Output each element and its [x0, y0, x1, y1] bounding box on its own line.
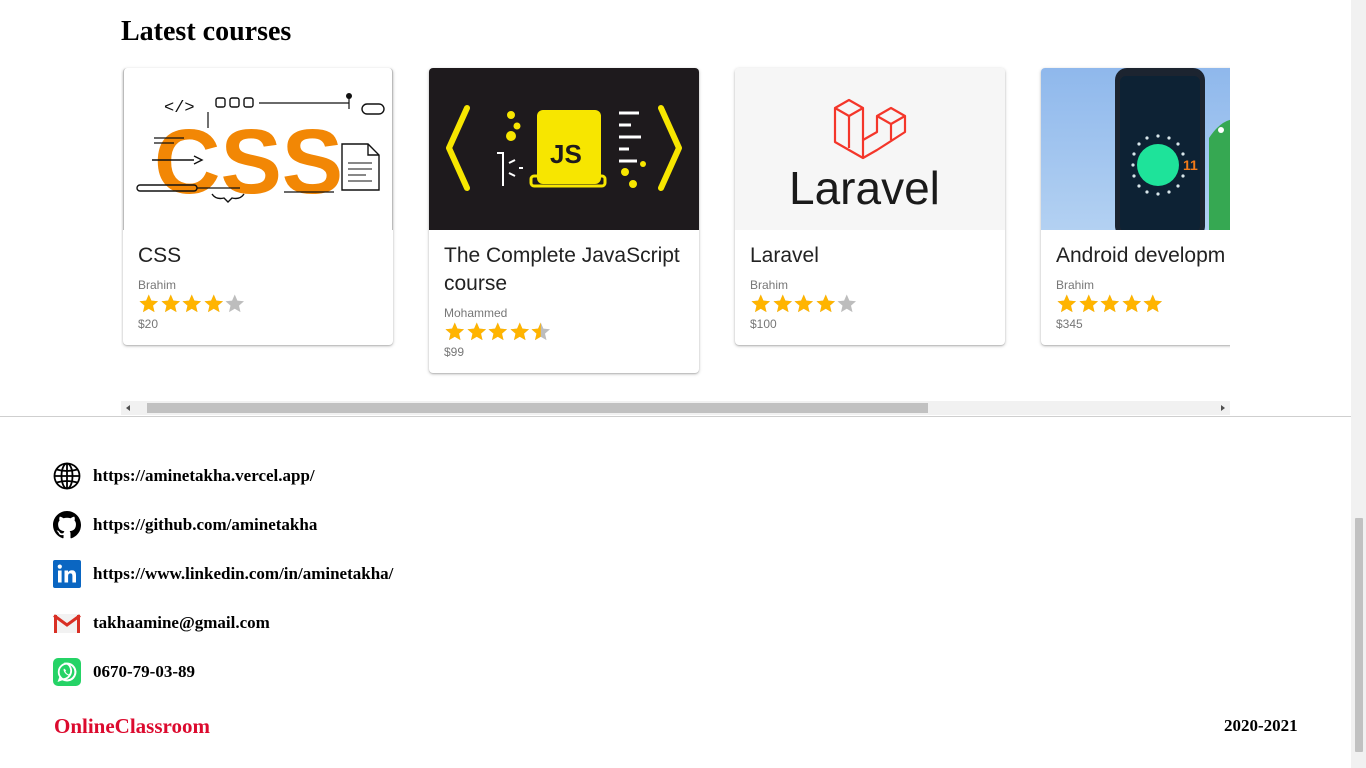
scroll-left-arrow[interactable]: [121, 401, 136, 415]
css-logo-text: CSS: [154, 111, 343, 213]
course-card-laravel[interactable]: Laravel Laravel Brahim $100: [735, 68, 1005, 345]
course-carousel[interactable]: </> CSS CSS Brahim $20 JS The Complete J…: [121, 60, 1230, 400]
star-filled-icon: [1143, 294, 1162, 313]
rating-stars: [138, 293, 378, 317]
star-filled-icon: [139, 294, 158, 313]
star-filled-icon: [794, 294, 813, 313]
course-title[interactable]: Laravel: [750, 242, 990, 270]
star-filled-icon: [1079, 294, 1098, 313]
contact-whatsapp[interactable]: 0670-79-03-89: [53, 658, 195, 686]
star-filled-icon: [816, 294, 835, 313]
carousel-scrollbar[interactable]: [121, 401, 1230, 415]
star-half-icon: [531, 322, 550, 341]
js-logo-text: JS: [550, 139, 582, 169]
scroll-up-arrow[interactable]: [1351, 0, 1366, 15]
laravel-logo-text: Laravel: [789, 162, 940, 214]
rating-stars: [444, 321, 684, 345]
star-filled-icon: [204, 294, 223, 313]
course-image-javascript: JS: [429, 68, 699, 230]
course-title[interactable]: Android developm: [1056, 242, 1230, 270]
star-filled-icon: [488, 322, 507, 341]
star-filled-icon: [1122, 294, 1141, 313]
course-price: $99: [444, 345, 465, 359]
star-filled-icon: [161, 294, 180, 313]
contact-email-link[interactable]: takhaamine@gmail.com: [93, 613, 270, 633]
star-filled-icon: [182, 294, 201, 313]
course-price: $345: [1056, 317, 1083, 331]
course-title[interactable]: The Complete JavaScript course: [444, 242, 684, 298]
footer-brand[interactable]: OnlineClassroom: [54, 714, 210, 739]
course-card-css[interactable]: </> CSS CSS Brahim $20: [123, 68, 393, 345]
rating-stars: [1056, 293, 1230, 317]
scroll-right-arrow[interactable]: [1215, 401, 1230, 415]
star-filled-icon: [773, 294, 792, 313]
contact-github-link[interactable]: https://github.com/aminetakha: [93, 515, 317, 535]
android-version-text: 11: [1183, 157, 1198, 173]
course-card-android[interactable]: 11 Android developm Brahim $345: [1041, 68, 1230, 345]
star-filled-icon: [510, 322, 529, 341]
section-title: Latest courses: [121, 16, 292, 47]
scroll-down-arrow[interactable]: [1351, 753, 1366, 768]
course-track: </> CSS CSS Brahim $20 JS The Complete J…: [121, 60, 1230, 400]
course-title[interactable]: CSS: [138, 242, 378, 270]
contact-linkedin-link[interactable]: https://www.linkedin.com/in/aminetakha/: [93, 564, 393, 584]
star-filled-icon: [751, 294, 770, 313]
star-empty-icon: [837, 294, 856, 313]
contact-github[interactable]: https://github.com/aminetakha: [53, 511, 317, 539]
course-card-javascript[interactable]: JS The Complete JavaScript course Mohamm…: [429, 68, 699, 373]
course-image-android: 11: [1041, 68, 1230, 230]
course-image-css: </> CSS: [123, 68, 393, 230]
contact-website-link[interactable]: https://aminetakha.vercel.app/: [93, 466, 315, 486]
course-author: Brahim: [138, 278, 177, 292]
footer-year: 2020-2021: [1224, 716, 1298, 735]
star-filled-icon: [445, 322, 464, 341]
whatsapp-icon: [53, 658, 81, 686]
course-author: Mohammed: [444, 306, 508, 320]
course-price: $100: [750, 317, 777, 331]
page-scrollbar[interactable]: [1351, 0, 1366, 768]
course-image-laravel: Laravel: [735, 68, 1005, 230]
contact-website[interactable]: https://aminetakha.vercel.app/: [53, 462, 315, 490]
course-author: Brahim: [1056, 278, 1095, 292]
star-empty-icon: [225, 294, 244, 313]
contact-phone[interactable]: 0670-79-03-89: [93, 662, 195, 682]
star-filled-icon: [1100, 294, 1119, 313]
rating-stars: [750, 293, 990, 317]
page-scrollbar-thumb[interactable]: [1355, 518, 1363, 752]
gmail-icon: [53, 609, 81, 637]
course-author: Brahim: [750, 278, 789, 292]
scrollbar-thumb[interactable]: [147, 403, 928, 413]
contact-email[interactable]: takhaamine@gmail.com: [53, 609, 270, 637]
star-filled-icon: [1057, 294, 1076, 313]
linkedin-icon: [53, 560, 81, 588]
globe-icon: [53, 462, 81, 490]
footer-divider: [0, 416, 1351, 417]
contact-linkedin[interactable]: https://www.linkedin.com/in/aminetakha/: [53, 560, 393, 588]
course-price: $20: [138, 317, 159, 331]
github-icon: [53, 511, 81, 539]
star-filled-icon: [467, 322, 486, 341]
